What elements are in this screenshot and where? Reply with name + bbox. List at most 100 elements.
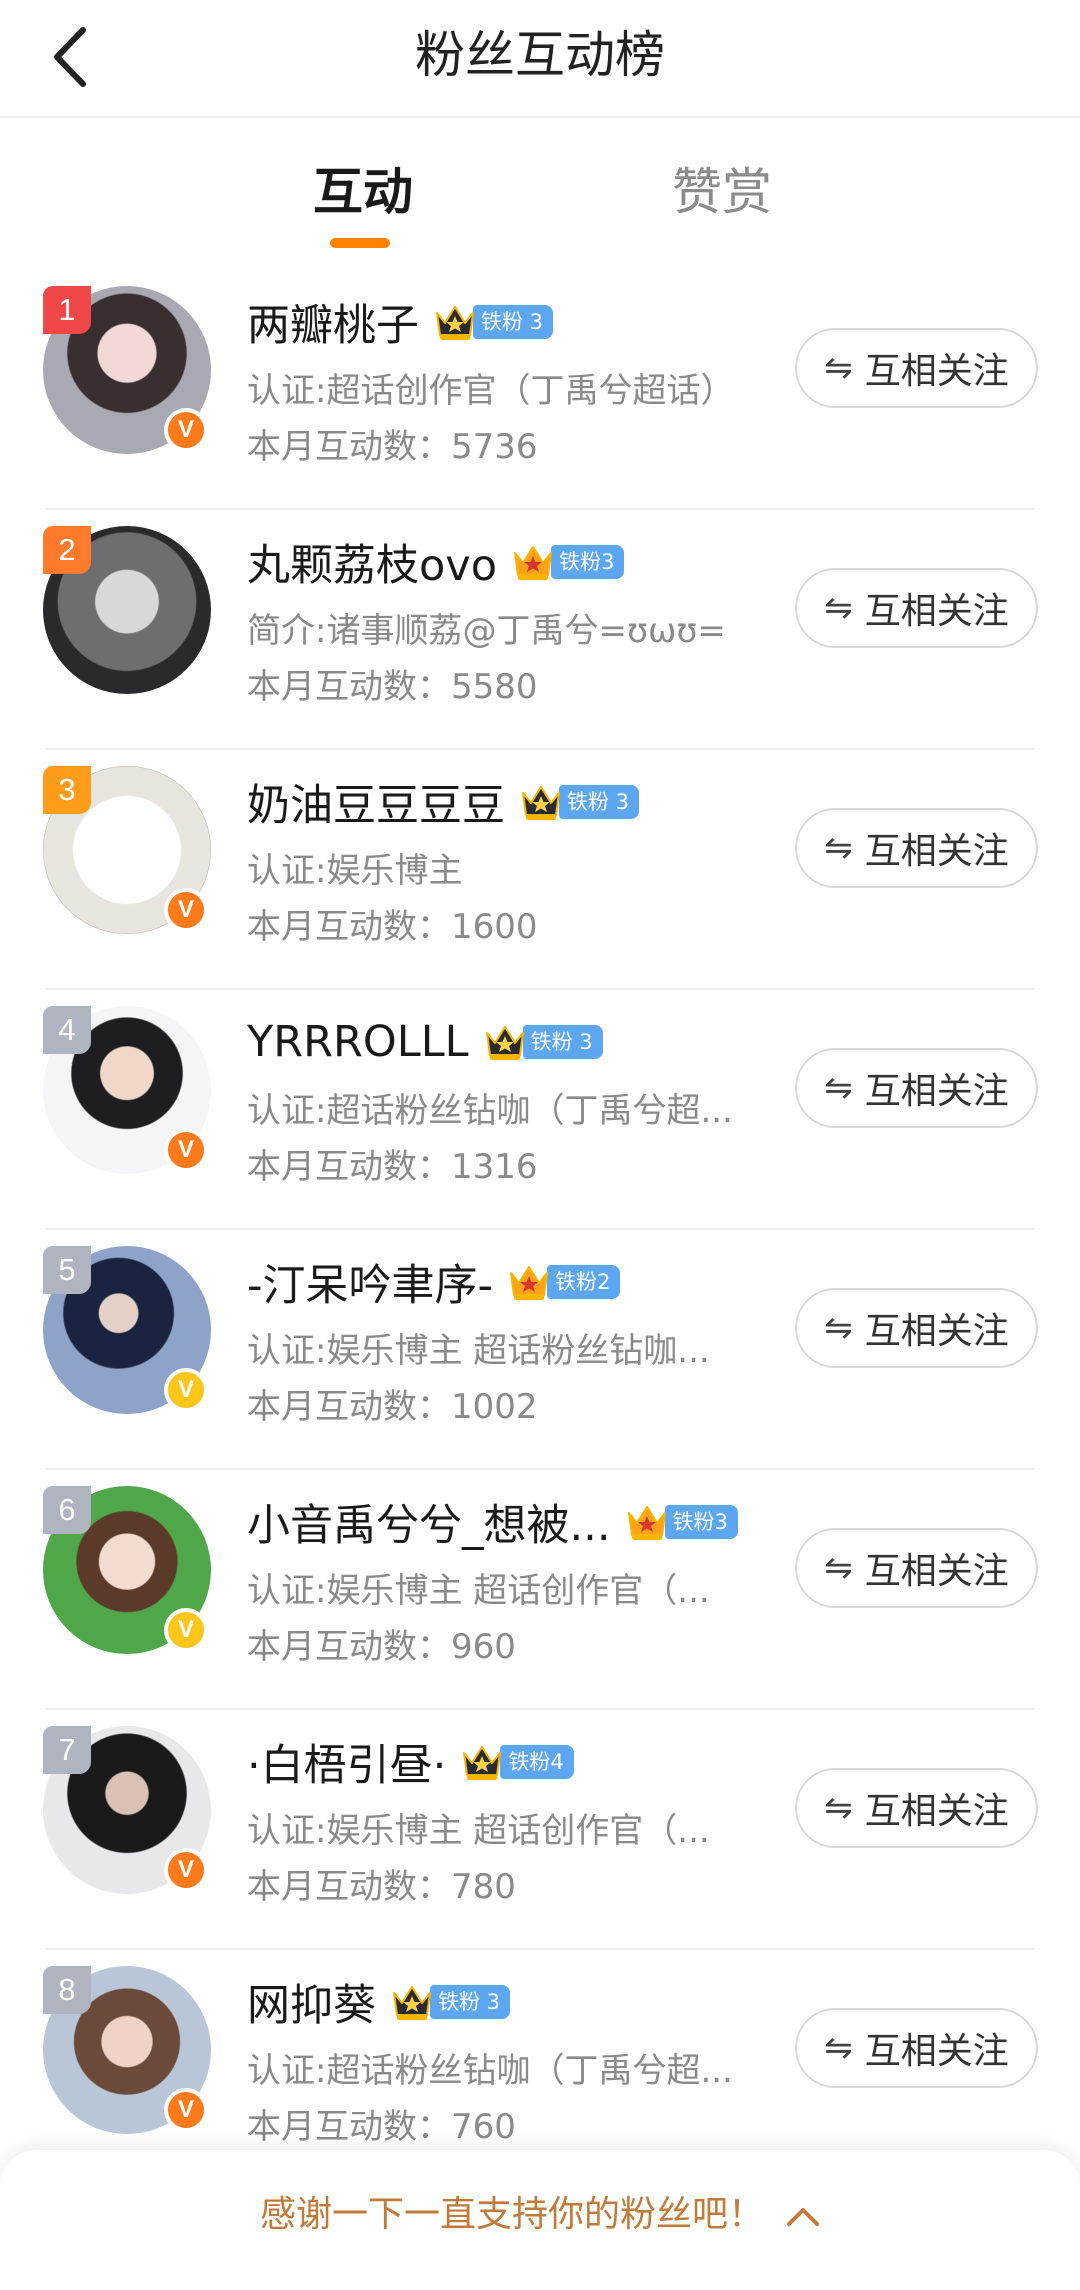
follow-label: 互相关注 xyxy=(864,351,1009,392)
mutual-follow-button[interactable]: ⇋ 互相关注 xyxy=(795,2008,1038,2088)
mutual-arrows-icon: ⇋ xyxy=(824,828,853,868)
follow-label: 互相关注 xyxy=(864,591,1009,632)
mutual-follow-button[interactable]: ⇋ 互相关注 xyxy=(795,808,1038,888)
mutual-follow-button[interactable]: ⇋ 互相关注 xyxy=(795,1288,1038,1368)
fan-description: 认证:超话创作官（丁禹兮超话） xyxy=(247,371,735,411)
name-line: 小音禹兮兮_想被... 铁粉3 xyxy=(247,1490,738,1554)
follow-label: 互相关注 xyxy=(864,1071,1009,1112)
crown-icon xyxy=(460,1741,504,1783)
fan-name[interactable]: 丸颗荔枝ovo xyxy=(247,531,497,593)
fan-name[interactable]: 小音禹兮兮_想被... xyxy=(247,1491,611,1553)
follow-label: 互相关注 xyxy=(864,2031,1009,2072)
interaction-count: 本月互动数：5580 xyxy=(247,667,538,707)
fan-description: 认证:娱乐博主 超话创作官（... xyxy=(247,1811,710,1851)
rank-badge: 6 xyxy=(43,1486,91,1534)
mutual-arrows-icon: ⇋ xyxy=(824,1788,853,1828)
mutual-follow-button[interactable]: ⇋ 互相关注 xyxy=(795,1768,1038,1848)
fan-level-badge: 铁粉 3 xyxy=(430,1985,511,2019)
tab-active-indicator xyxy=(330,238,390,248)
list-item[interactable]: 4 V YRRROLLL 铁粉 3 认证:超话粉丝钻咖（丁禹兮超... 本月互动… xyxy=(0,990,1080,1230)
footer-message[interactable]: 感谢一下一直支持你的粉丝吧！ xyxy=(0,2190,1080,2241)
name-line: 丸颗荔枝ovo 铁粉3 xyxy=(247,530,625,594)
fan-name[interactable]: 两瓣桃子 xyxy=(247,291,419,353)
interaction-count: 本月互动数：5736 xyxy=(247,427,538,467)
fan-description: 简介:诸事顺荔@丁禹兮=ʊωʊ= xyxy=(247,611,726,651)
list-item[interactable]: 3 V 奶油豆豆豆豆 铁粉 3 认证:娱乐博主 本月互动数：1600 ⇋ 互相关… xyxy=(0,750,1080,990)
name-line: 网抑葵 铁粉 3 xyxy=(247,1970,511,2034)
interaction-count: 本月互动数：960 xyxy=(247,1627,516,1667)
fan-level-badge: 铁粉 3 xyxy=(473,305,554,339)
interaction-count: 本月互动数：1600 xyxy=(247,907,538,947)
fan-level-badge: 铁粉2 xyxy=(547,1265,621,1299)
fan-name[interactable]: 网抑葵 xyxy=(247,1971,376,2033)
list-item[interactable]: 7 V ·白梧引昼· 铁粉4 认证:娱乐博主 超话创作官（... 本月互动数：7… xyxy=(0,1710,1080,1950)
fan-description: 认证:娱乐博主 超话粉丝钻咖... xyxy=(247,1331,710,1371)
interaction-count: 本月互动数：760 xyxy=(247,2107,516,2147)
list-item[interactable]: 5 V -汀呆吟聿序- 铁粉2 认证:娱乐博主 超话粉丝钻咖... 本月互动数：… xyxy=(0,1230,1080,1470)
crown-icon xyxy=(433,301,477,343)
crown-icon xyxy=(390,1981,434,2023)
mutual-arrows-icon: ⇋ xyxy=(824,348,853,388)
fan-description: 认证:娱乐博主 xyxy=(247,851,463,891)
mutual-arrows-icon: ⇋ xyxy=(824,1308,853,1348)
fan-name[interactable]: ·白梧引昼· xyxy=(247,1731,446,1793)
list-item[interactable]: 1 V 两瓣桃子 铁粉 3 认证:超话创作官（丁禹兮超话） 本月互动数：5736… xyxy=(0,270,1080,510)
rank-badge: 8 xyxy=(43,1966,91,2014)
verified-badge-icon: V xyxy=(164,1128,208,1172)
rank-badge: 5 xyxy=(43,1246,91,1294)
verified-badge-icon: V xyxy=(164,1608,208,1652)
fan-level-badge: 铁粉 3 xyxy=(559,785,640,819)
mutual-follow-button[interactable]: ⇋ 互相关注 xyxy=(795,328,1038,408)
interaction-count: 本月互动数：780 xyxy=(247,1867,516,1907)
rank-badge: 7 xyxy=(43,1726,91,1774)
crown-icon xyxy=(507,1261,551,1303)
mutual-follow-button[interactable]: ⇋ 互相关注 xyxy=(795,1528,1038,1608)
interaction-count: 本月互动数：1316 xyxy=(247,1147,538,1187)
rank-badge: 3 xyxy=(43,766,91,814)
mutual-arrows-icon: ⇋ xyxy=(824,2028,853,2068)
rank-badge: 4 xyxy=(43,1006,91,1054)
tab-reward[interactable]: 赞赏 xyxy=(672,160,772,224)
verified-badge-icon: V xyxy=(164,2088,208,2132)
fan-description: 认证:超话粉丝钻咖（丁禹兮超... xyxy=(247,1091,733,1131)
page-title: 粉丝互动榜 xyxy=(415,26,665,84)
mutual-arrows-icon: ⇋ xyxy=(824,588,853,628)
mutual-arrows-icon: ⇋ xyxy=(824,1068,853,1108)
fan-description: 认证:娱乐博主 超话创作官（... xyxy=(247,1571,710,1611)
crown-icon xyxy=(519,781,563,823)
fan-level-badge: 铁粉3 xyxy=(664,1505,738,1539)
verified-badge-icon: V xyxy=(164,1368,208,1412)
name-line: -汀呆吟聿序- 铁粉2 xyxy=(247,1250,621,1314)
top-bar: 粉丝互动榜 xyxy=(0,0,1080,118)
mutual-follow-button[interactable]: ⇋ 互相关注 xyxy=(795,1048,1038,1128)
follow-label: 互相关注 xyxy=(864,1551,1009,1592)
crown-icon xyxy=(511,541,555,583)
fan-name[interactable]: 奶油豆豆豆豆 xyxy=(247,771,505,833)
interaction-count: 本月互动数：1002 xyxy=(247,1387,538,1427)
mutual-follow-button[interactable]: ⇋ 互相关注 xyxy=(795,568,1038,648)
footer-label: 感谢一下一直支持你的粉丝吧！ xyxy=(259,2194,764,2235)
fan-name[interactable]: YRRROLLL xyxy=(247,1017,469,1067)
rank-badge: 2 xyxy=(43,526,91,574)
name-line: ·白梧引昼· 铁粉4 xyxy=(247,1730,574,1794)
name-line: 奶油豆豆豆豆 铁粉 3 xyxy=(247,770,640,834)
follow-label: 互相关注 xyxy=(864,831,1009,872)
fan-description: 认证:超话粉丝钻咖（丁禹兮超... xyxy=(247,2051,733,2091)
verified-badge-icon: V xyxy=(164,1848,208,1892)
tab-interaction[interactable]: 互动 xyxy=(313,160,413,224)
crown-icon xyxy=(625,1501,669,1543)
crown-icon xyxy=(483,1021,527,1063)
follow-label: 互相关注 xyxy=(864,1791,1009,1832)
list-item[interactable]: 2 丸颗荔枝ovo 铁粉3 简介:诸事顺荔@丁禹兮=ʊωʊ= 本月互动数：558… xyxy=(0,510,1080,750)
fan-level-badge: 铁粉3 xyxy=(551,545,625,579)
follow-label: 互相关注 xyxy=(864,1311,1009,1352)
fan-level-badge: 铁粉4 xyxy=(500,1745,574,1779)
footer-bar[interactable]: 感谢一下一直支持你的粉丝吧！ xyxy=(0,2150,1080,2290)
list-item[interactable]: 6 V 小音禹兮兮_想被... 铁粉3 认证:娱乐博主 超话创作官（... 本月… xyxy=(0,1470,1080,1710)
verified-badge-icon: V xyxy=(164,408,208,452)
fan-level-badge: 铁粉 3 xyxy=(522,1025,603,1059)
fan-name[interactable]: -汀呆吟聿序- xyxy=(247,1251,493,1313)
verified-badge-icon: V xyxy=(164,888,208,932)
name-line: YRRROLLL 铁粉 3 xyxy=(247,1010,603,1074)
tab-bar: 互动 赞赏 xyxy=(0,118,1080,268)
